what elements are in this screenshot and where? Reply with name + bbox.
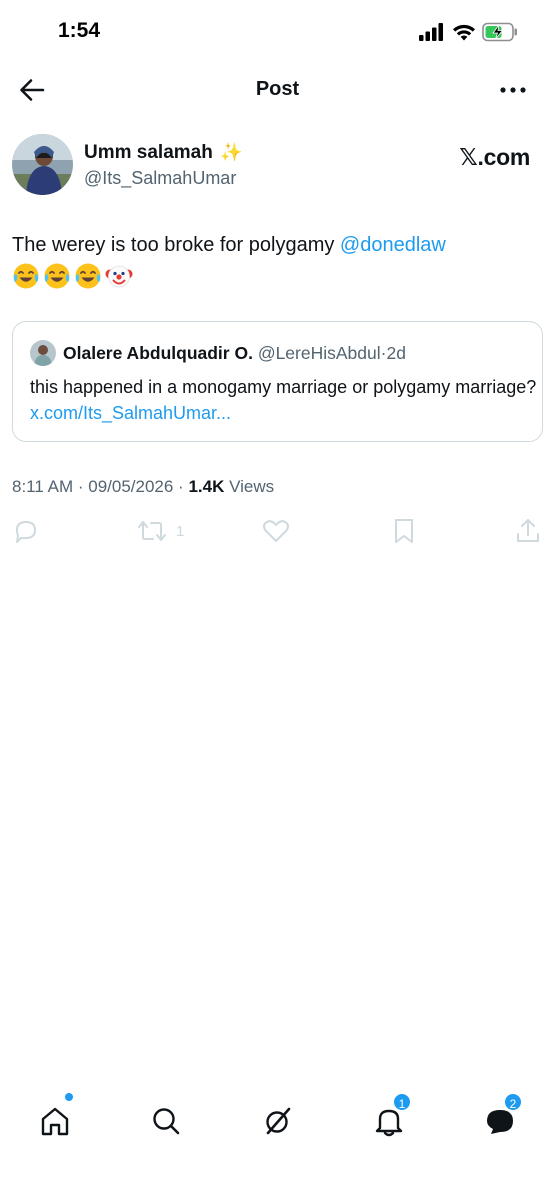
quoted-author-handle: @LereHisAbdul [257,343,381,363]
face-with-tears-of-joy-icon [75,263,101,289]
more-options-icon[interactable] [498,78,528,102]
quoted-avatar [30,340,56,366]
post-actions: 1 [0,516,555,550]
bookmark-button[interactable] [391,516,417,546]
post-time: 8:11 AM [12,477,74,496]
status-icons [419,22,518,47]
nav-messages[interactable]: 2 [483,1092,523,1138]
share-icon [517,519,539,542]
post-meta: 8:11 AM · 09/05/2026 · 1.4K Views [12,477,275,496]
status-time: 1:54 [58,19,101,42]
grok-icon [266,1107,291,1135]
nav-grok[interactable] [261,1104,295,1138]
post-header: Post [0,68,555,112]
status-bar: 1:54 [0,0,555,64]
like-button[interactable] [261,516,291,546]
face-with-tears-of-joy-icon [13,263,39,289]
notifications-badge: 1 [392,1092,412,1112]
clown-face-icon [105,265,133,288]
views-label: Views [224,477,275,496]
search-icon [153,1108,180,1135]
reply-icon [16,521,36,543]
quoted-post-link[interactable]: x.com/Its_SalmahUmar... [30,403,231,423]
post-text: The werey is too broke for polygamy @don… [12,234,446,256]
repost-count: 1 [176,522,185,540]
nav-home[interactable] [38,1093,73,1138]
repost-button[interactable]: 1 [136,516,184,546]
author-handle[interactable]: @Its_SalmahUmar [84,168,236,189]
home-notification-dot [65,1093,73,1101]
page-title: Post [255,78,300,100]
author-name[interactable]: Umm salamah ✨ [84,142,243,164]
emoji-row [12,262,133,290]
battery-icon [482,22,518,47]
quoted-post-header: Olalere Abdulquadir O. @LereHisAbdul·2d [63,343,406,364]
quoted-post-age: 2d [386,343,406,363]
face-with-tears-of-joy-icon [44,263,70,289]
views-count[interactable]: 1.4K [188,477,224,496]
quoted-author-name: Olalere Abdulquadir O. [63,343,253,363]
heart-icon [263,520,289,542]
wifi-icon [452,23,476,46]
post-author: Umm salamah ✨ @Its_SalmahUmar 𝕏.com [12,134,542,198]
bottom-navigation: 1 2 [0,1090,555,1160]
home-icon [41,1107,69,1136]
post-date: 09/05/2026 [88,477,174,496]
messages-badge: 2 [503,1092,523,1112]
share-button[interactable] [514,516,542,546]
reply-button[interactable] [12,516,40,546]
sparkles-icon: ✨ [220,142,243,162]
repost-icon [138,521,166,541]
quoted-post-card[interactable]: Olalere Abdulquadir O. @LereHisAbdul·2d … [12,321,543,442]
bookmark-icon [395,519,413,543]
avatar[interactable] [12,134,73,195]
signal-icon [419,23,445,46]
nav-search[interactable] [149,1104,183,1138]
quoted-post-text: this happened in a monogamy marriage or … [30,377,537,423]
nav-notifications[interactable]: 1 [372,1092,412,1138]
x-com-watermark: 𝕏.com [459,144,530,170]
mention-link[interactable]: @donedlaw [340,234,446,256]
